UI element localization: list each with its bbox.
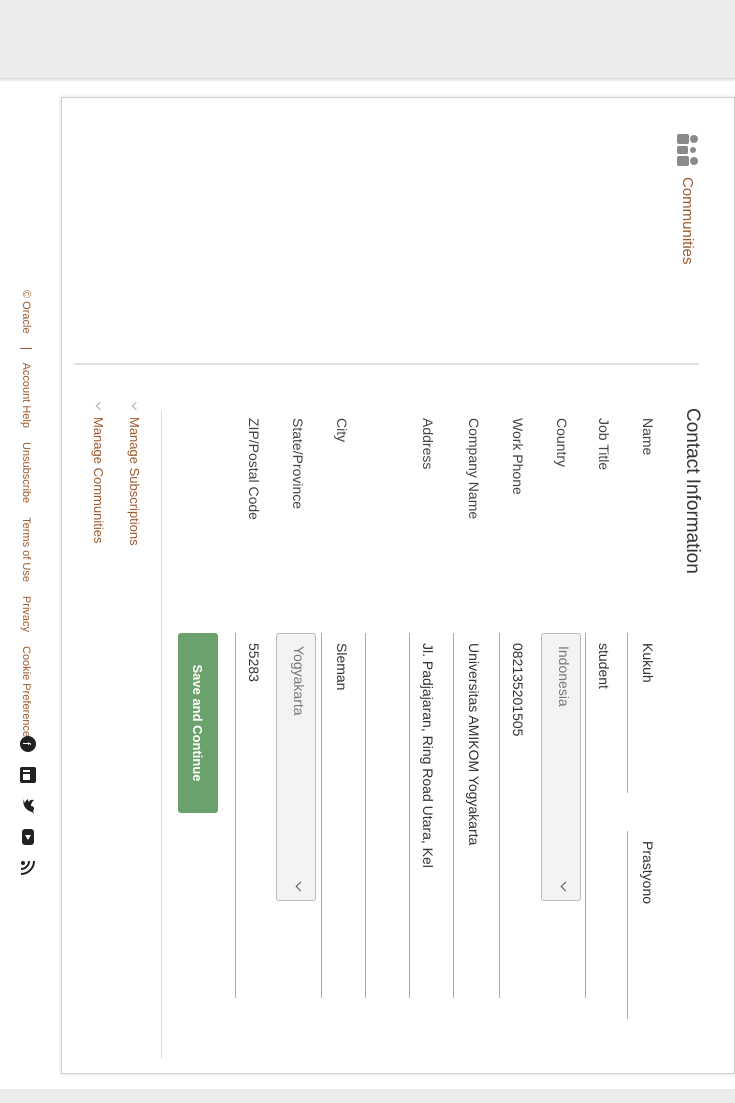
manage-communities-link[interactable]: Manage Communities [91,401,106,544]
footer-divider [20,347,32,349]
country-select[interactable]: Indonesia [541,633,581,901]
first-name-input[interactable]: Kukuh [640,643,656,683]
first-name-underline [627,633,628,793]
city-input[interactable]: Sleman [334,643,350,690]
form-title: Contact Information [682,408,703,574]
chevron-down-icon [131,401,141,411]
youtube-icon[interactable] [19,828,37,846]
label-state: State/Province [290,418,306,510]
footer: © Oracle Account Help Unsubscribe Terms … [20,290,32,743]
main-card: Communities Contact Information Name Kuk… [61,97,735,1074]
footer-link-cookie-preferences[interactable]: Cookie Preferences [20,646,32,743]
city-top-border [365,633,366,998]
zip-underline [235,633,236,998]
section-separator [161,411,162,1059]
work-phone-underline [499,633,500,998]
rotated-page: Communities Contact Information Name Kuk… [0,0,735,1103]
state-value: Yogyakarta [291,646,307,716]
chevron-down-icon [95,401,105,411]
manage-communities-label: Manage Communities [91,417,106,544]
footer-link-account-help[interactable]: Account Help [20,363,32,428]
chevron-down-icon [560,881,571,892]
label-country: Country [554,418,570,468]
brand-name: Communities [679,177,697,265]
label-work-phone: Work Phone [510,418,526,495]
address-input[interactable]: Jl. Padjajaran, Ring Road Utara, Kel [420,643,436,868]
footer-link-unsubscribe[interactable]: Unsubscribe [20,442,32,503]
rss-icon[interactable] [19,859,37,877]
footer-link-privacy[interactable]: Privacy [20,596,32,632]
copyright: © Oracle [20,290,32,334]
social-icons: f [19,735,37,877]
label-zip: ZIP/Postal Code [246,418,262,520]
last-name-input[interactable]: Prastyono [640,841,656,904]
job-title-input[interactable]: student [596,643,612,689]
company-name-input[interactable]: Universitas AMIKOM Yogyakarta [466,643,482,845]
label-job-title: Job Title [596,418,612,471]
manage-subscriptions-label: Manage Subscriptions [127,417,142,546]
label-address: Address [420,418,436,470]
label-name: Name [640,418,656,456]
company-name-underline [453,633,454,998]
chevron-down-icon [295,881,306,892]
manage-subscriptions-link[interactable]: Manage Subscriptions [127,401,142,546]
country-value: Indonesia [556,646,572,707]
save-and-continue-button[interactable]: Save and Continue [178,633,218,813]
twitter-icon[interactable] [19,797,37,815]
vertical-divider [74,363,699,365]
last-name-underline [627,831,628,1019]
state-select[interactable]: Yogyakarta [276,633,316,901]
footer-link-terms[interactable]: Terms of Use [20,517,32,582]
brand-logo[interactable]: Communities [676,133,700,265]
label-city: City [334,418,350,443]
label-company-name: Company Name [466,418,482,520]
facebook-icon[interactable]: f [19,735,37,753]
linkedin-icon[interactable] [19,766,37,784]
address-underline [409,633,410,998]
job-title-underline [585,633,586,998]
city-underline [321,633,322,998]
work-phone-input[interactable]: 082135201505 [510,643,526,736]
zip-input[interactable]: 55283 [246,643,262,682]
community-people-icon [677,134,698,166]
